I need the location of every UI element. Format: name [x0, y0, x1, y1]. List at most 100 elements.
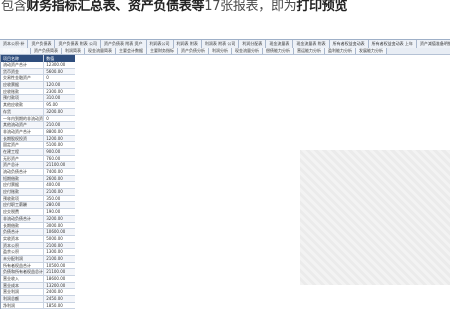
sheet-tab[interactable]: 盈利能力分析 — [325, 48, 356, 54]
sheet-tab[interactable]: 资产负债表 附表 资产 — [101, 40, 147, 48]
sheet-tab[interactable]: 现金流量表 — [266, 40, 294, 48]
row-value: 10600.00 — [46, 229, 66, 235]
data-table: 项目名称 数值 流动资产合计 12300.00 货币资金 5600.00 交易性金融资产… — [0, 55, 75, 309]
row-value: 120.00 — [46, 82, 61, 88]
row-value: 400.00 — [46, 182, 61, 188]
table-row: 预付款项 310.00 — [1, 95, 75, 103]
sheet-tab[interactable]: 现金流量表 附表 — [293, 40, 330, 48]
row-label: 应收票据 — [1, 82, 45, 88]
caption-prefix: 包含 — [1, 0, 27, 14]
row-label: 流动负债合计 — [1, 169, 45, 175]
sheet-tab[interactable]: 利润分配表 — [239, 40, 267, 48]
row-label: 非流动负债合计 — [1, 215, 45, 222]
table-row: 非流动资产合计 8800.00 — [1, 128, 75, 136]
sheet-tab[interactable]: 利润表公司 — [146, 40, 174, 48]
table-row: 其他应收款 95.00 — [1, 102, 75, 109]
row-value: 1850.00 — [46, 302, 63, 308]
row-label: 应付账款 — [1, 189, 45, 195]
row-value: 5600.00 — [46, 68, 63, 74]
row-label: 一年内到期的非流动资产 — [3, 115, 45, 122]
sheet-tab[interactable]: 所有者权益变动表 上年 — [368, 40, 417, 48]
table-row: 营业成本 13200.00 — [1, 282, 75, 290]
row-label: 负债合计 — [1, 229, 45, 235]
table-row: 短期借款 2600.00 — [1, 175, 75, 183]
sheet-tab[interactable]: 财务指标汇总 — [0, 48, 31, 54]
row-label: 存货 — [1, 108, 45, 115]
row-label: 短期借款 — [1, 175, 45, 182]
caption-middle: 17张报表，即为 — [204, 0, 297, 14]
sheet-tab[interactable]: 营运能力分析 — [294, 48, 325, 54]
table-row: 资本公积 2100.00 — [1, 242, 75, 250]
row-value: 190.00 — [46, 209, 61, 215]
row-value: 10500.00 — [46, 262, 66, 268]
row-value: 1200.00 — [46, 135, 63, 141]
table-row: 盈余公积 1300.00 — [1, 249, 75, 256]
row-value: 7400.00 — [46, 169, 63, 174]
table-row: 预收款项 350.00 — [1, 195, 75, 203]
row-value: 310.00 — [46, 95, 61, 101]
sheet-tab[interactable]: 主要财务指标 — [147, 48, 178, 54]
row-value: 18600.00 — [46, 276, 66, 281]
table-row: 长期股权投资 1200.00 — [1, 135, 75, 143]
sheet-tab[interactable]: 资产负债表 — [28, 40, 56, 48]
row-label: 固定资产 — [1, 142, 45, 148]
row-value: 13200.00 — [46, 282, 66, 288]
table-row: 无形资产 760.00 — [1, 155, 75, 163]
sheet-tab[interactable]: 利润分析 — [209, 48, 232, 54]
sheet-tab[interactable]: 利润表 附表 公司 — [201, 40, 240, 48]
row-label: 预付款项 — [1, 95, 45, 102]
header-item: 项目名称 — [1, 55, 45, 62]
sheet-tab[interactable]: 所有者权益变动表 — [329, 40, 369, 48]
sheet-tab[interactable]: 资产负债简表 — [31, 48, 62, 54]
row-value: 2100.00 — [46, 242, 63, 248]
row-label: 应交税费 — [1, 209, 45, 215]
row-label: 货币资金 — [1, 68, 45, 75]
row-value: 0 — [46, 115, 49, 121]
table-row: 应交税费 190.00 — [1, 209, 75, 216]
row-label: 其他应收款 — [1, 102, 45, 108]
row-label: 资本公积 — [1, 242, 45, 249]
table-header: 项目名称 数值 — [1, 55, 75, 62]
blurred-area — [300, 150, 450, 285]
row-label: 净利润 — [1, 302, 45, 309]
row-value: 0 — [46, 75, 49, 81]
row-value: 8800.00 — [46, 128, 63, 134]
sheet-tab[interactable]: 利润表 附表 — [173, 40, 202, 48]
row-label: 应付票据 — [1, 182, 45, 189]
sheet-tab[interactable]: 现金流量分析 — [232, 48, 263, 54]
row-value: 3200.00 — [46, 215, 63, 221]
sheet-tab[interactable]: 资产负债表 附表 公司 — [55, 40, 101, 48]
row-value: 210.00 — [46, 122, 61, 128]
table-row: 流动资产合计 12300.00 — [1, 62, 75, 69]
sheet-tab[interactable]: 资产负债分析 — [178, 48, 209, 54]
header-value: 数值 — [46, 56, 55, 61]
table-row: 实收资本 5000.00 — [1, 235, 75, 243]
sheet-tab[interactable]: 资产减值准备明细表 — [416, 40, 450, 48]
caption-bold2: 打印预览 — [296, 0, 348, 14]
sheet-tab[interactable]: 偿债能力分析 — [263, 48, 294, 54]
sheet-tab[interactable]: 现金流量简表 — [85, 48, 116, 54]
row-value: 900.00 — [46, 148, 61, 154]
row-label: 预收款项 — [1, 195, 45, 202]
row-value: 5100.00 — [46, 142, 63, 148]
table-row: 未分配利润 2100.00 — [1, 255, 75, 263]
sheet-tab[interactable]: 发展能力分析 — [356, 48, 387, 54]
row-label: 利润总额 — [1, 296, 45, 302]
sheet-tab[interactable]: 利润简表 — [62, 48, 85, 54]
sheet-tab[interactable]: 主要会计数据 — [116, 48, 147, 54]
row-value: 760.00 — [46, 155, 61, 161]
row-label: 负债和所有者权益总计 — [3, 269, 45, 275]
table-row: 交易性金融资产 0 — [1, 75, 75, 83]
row-label: 所有者权益合计 — [1, 262, 45, 269]
table-body: 流动资产合计 12300.00 货币资金 5600.00 交易性金融资产 0 应收票据 120… — [1, 62, 75, 309]
sheet-tab[interactable]: 资本公积-补 — [0, 40, 29, 48]
row-label: 盈余公积 — [1, 249, 45, 255]
row-label: 非流动资产合计 — [1, 128, 45, 135]
row-value: 3200.00 — [46, 108, 63, 114]
row-value: 12300.00 — [46, 62, 66, 67]
table-row: 资产总计 21100.00 — [1, 162, 75, 169]
table-row: 营业收入 18600.00 — [1, 276, 75, 283]
row-label: 长期股权投资 — [1, 135, 45, 142]
row-value: 2450.00 — [46, 296, 63, 302]
row-label: 在建工程 — [1, 148, 45, 155]
